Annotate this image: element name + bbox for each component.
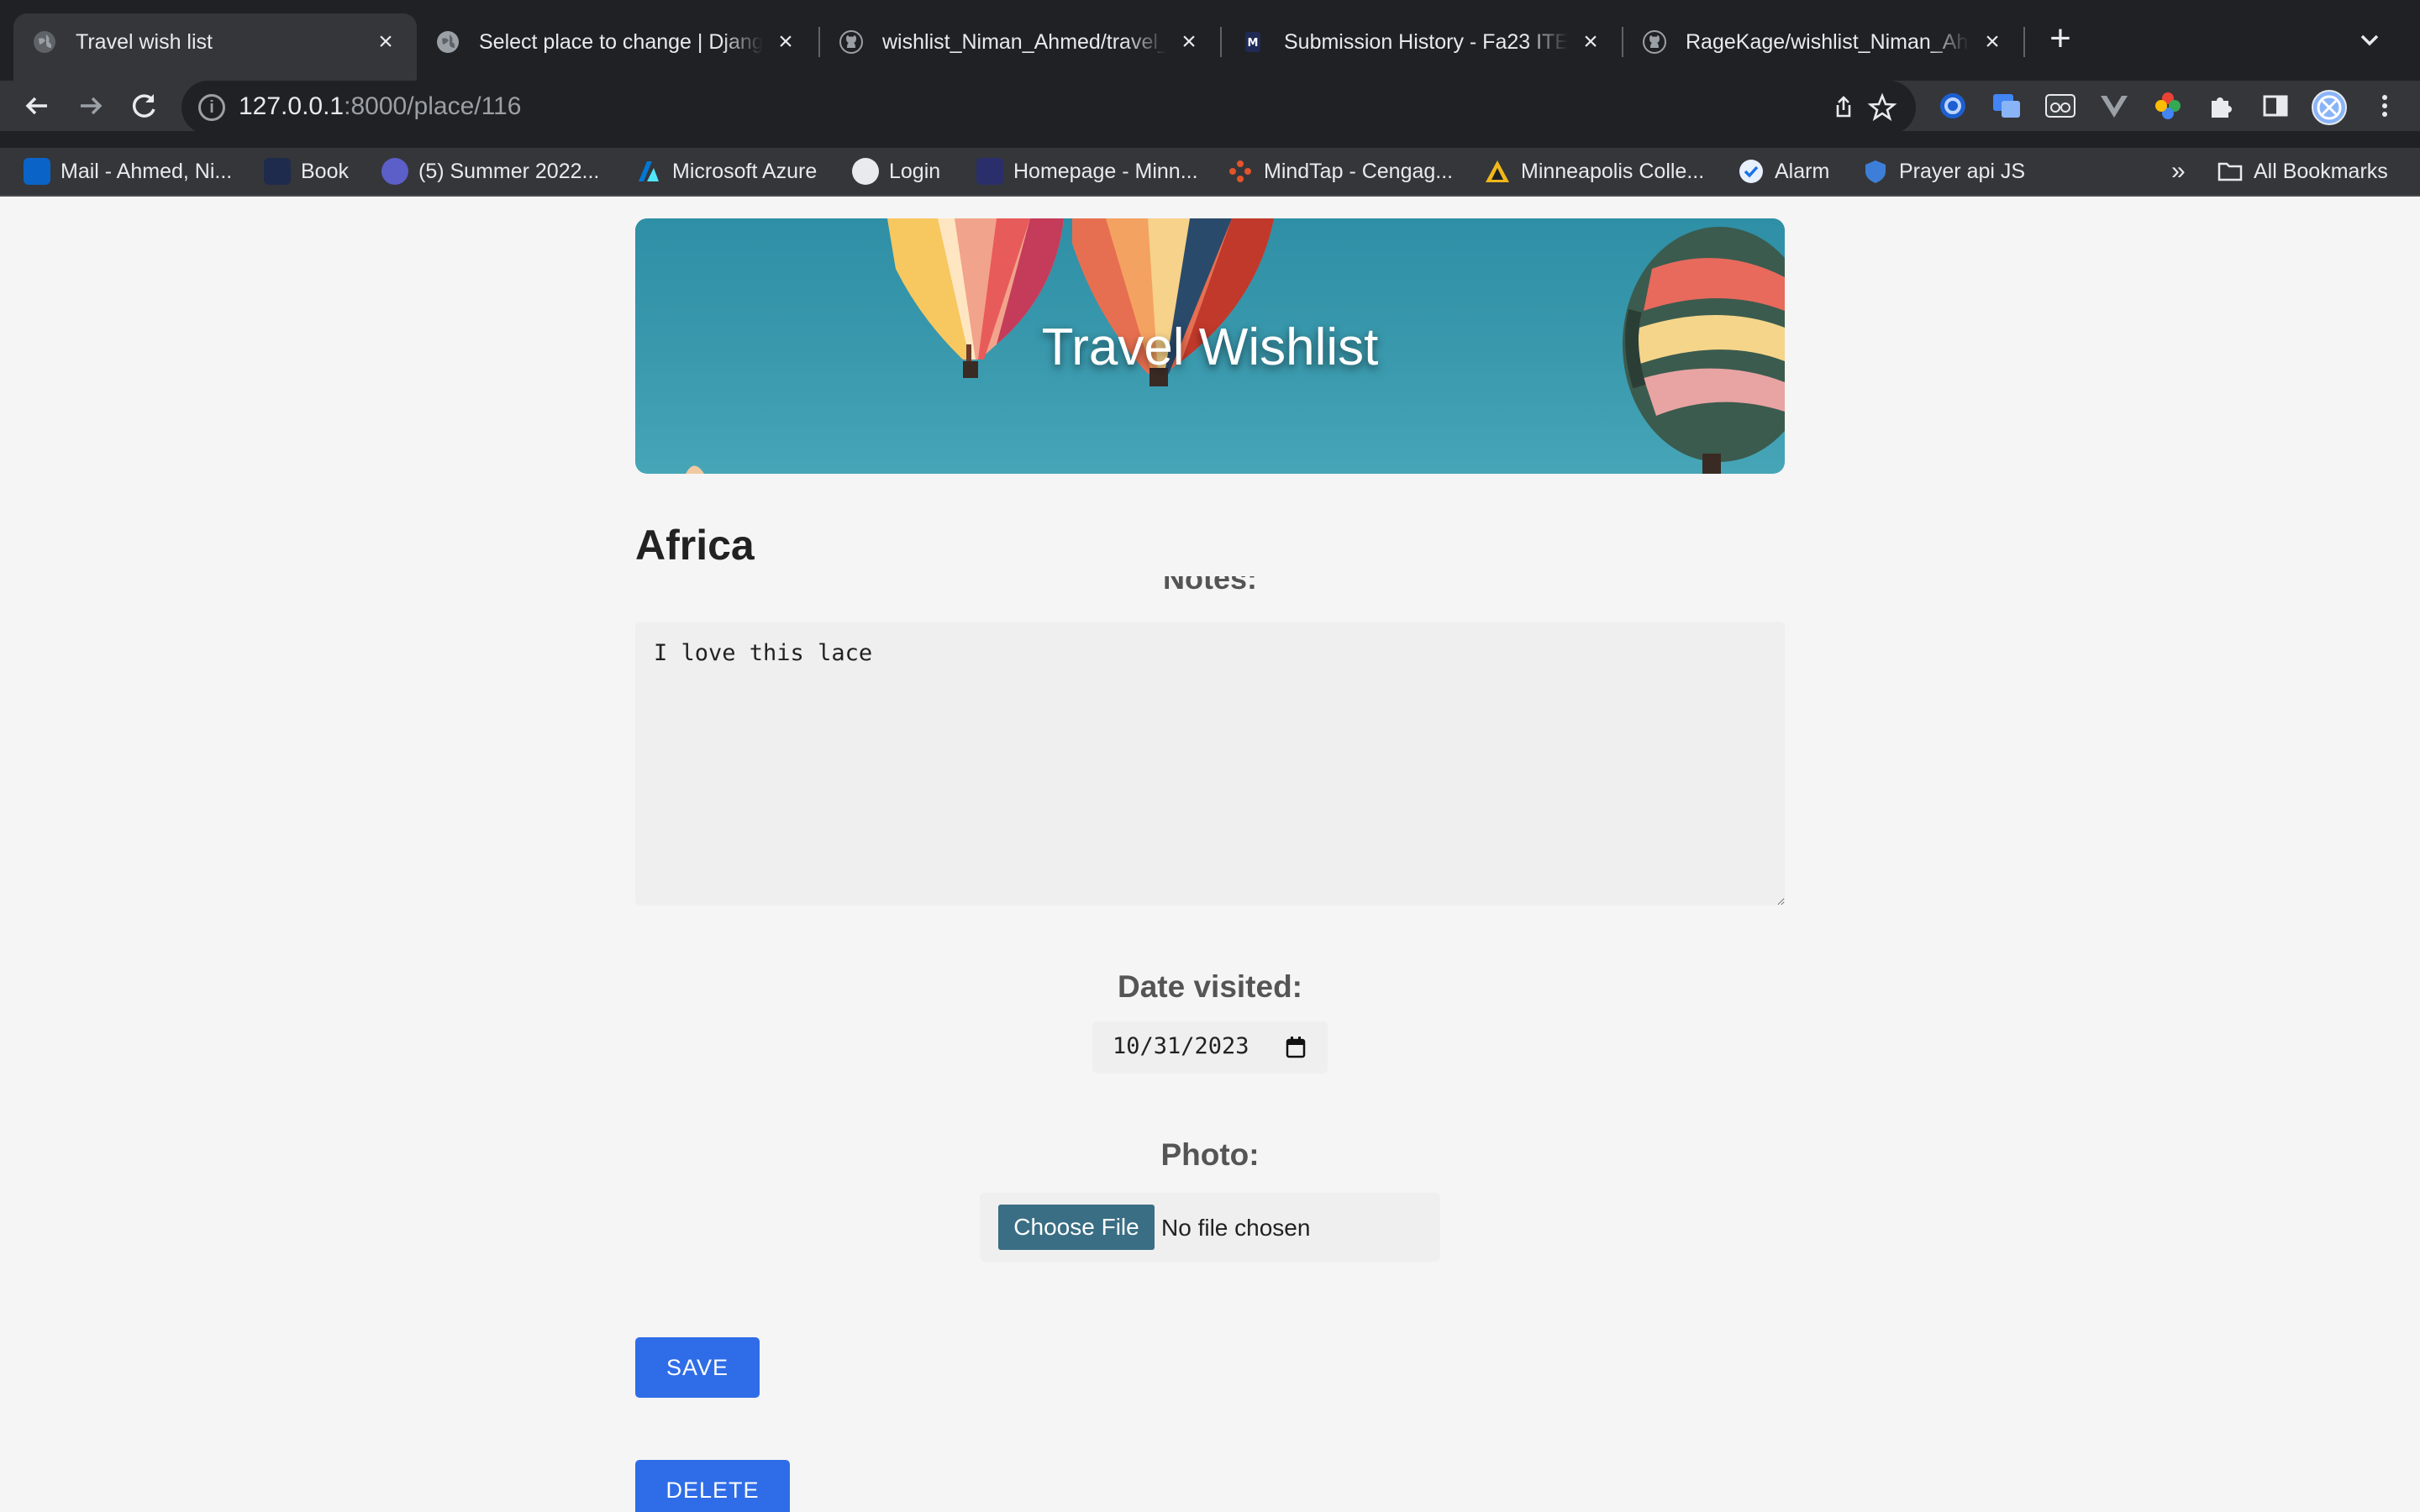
close-tab-icon[interactable]: × <box>1176 29 1202 55</box>
profile-avatar-icon[interactable] <box>2311 89 2347 125</box>
reload-icon[interactable] <box>126 87 163 124</box>
extensions-puzzle-icon[interactable] <box>2205 89 2238 123</box>
tab-travel-wish-list[interactable]: Travel wish list × <box>13 13 417 81</box>
github-icon <box>1642 29 1667 55</box>
bookmark-homepage[interactable]: Homepage - Minn... <box>976 153 1198 190</box>
notes-label: Notes: <box>1089 576 1331 591</box>
tab-title: Travel wish list <box>76 29 213 54</box>
tab-ragekage-repo[interactable]: RageKage/wishlist_Niman_Ahm × <box>1623 13 2023 71</box>
book-icon <box>264 158 291 185</box>
mindtap-icon <box>1227 158 1254 185</box>
tab-separator <box>2023 27 2025 57</box>
alarm-check-icon <box>1738 158 1765 185</box>
banner-title: Travel Wishlist <box>1041 318 1379 376</box>
tab-submission-history[interactable]: M Submission History - Fa23 ITE × <box>1222 13 1622 71</box>
college-logo-icon <box>1484 158 1511 185</box>
shield-icon <box>1862 158 1889 185</box>
browser-chrome: Travel wish list × Select place to chang… <box>0 0 2420 197</box>
site-info-icon[interactable]: i <box>198 94 225 121</box>
folder-icon <box>2217 158 2244 185</box>
globe-icon <box>852 158 879 185</box>
save-button[interactable]: SAVE <box>635 1337 760 1398</box>
bookmark-alarm[interactable]: Alarm <box>1738 153 1829 190</box>
date-visited-input[interactable]: 10/31/2023 <box>1092 1021 1328 1074</box>
no-file-chosen-text: No file chosen <box>1161 1215 1311 1241</box>
kebab-menu-icon[interactable] <box>2368 89 2402 123</box>
bookmark-label: Prayer api JS <box>1899 159 2026 183</box>
chevron-down-icon[interactable] <box>2354 25 2385 55</box>
azure-icon <box>635 158 662 185</box>
school-icon <box>976 158 1003 185</box>
bookmark-book[interactable]: Book <box>264 153 349 190</box>
url-text[interactable]: 127.0.0.1:8000/place/116 <box>239 92 521 121</box>
svg-text:M: M <box>1248 37 1259 50</box>
new-tab-plus-icon[interactable]: + <box>2044 20 2077 57</box>
teams-icon <box>381 158 408 185</box>
close-tab-icon[interactable]: × <box>1578 29 1603 55</box>
tab-title: RageKage/wishlist_Niman_Ahm <box>1686 29 1970 54</box>
star-icon[interactable] <box>1867 92 1897 123</box>
date-value: 10/31/2023 <box>1113 1033 1249 1059</box>
globe-icon <box>435 29 460 55</box>
bookmark-mail[interactable]: Mail - Ahmed, Ni... <box>24 153 232 190</box>
date-visited-label: Date visited: <box>1117 969 1302 1004</box>
page-content: Travel Wishlist Africa Notes: I love thi… <box>0 197 2420 1512</box>
bookmark-teams[interactable]: (5) Summer 2022... <box>381 153 599 190</box>
forward-arrow-icon[interactable] <box>72 87 109 124</box>
close-tab-icon[interactable]: × <box>373 29 398 55</box>
choose-file-button[interactable]: Choose File <box>998 1205 1155 1250</box>
extension-colorpicker-icon[interactable] <box>2151 89 2185 123</box>
bookmark-label: Alarm <box>1775 159 1830 183</box>
school-icon: M <box>1240 29 1265 55</box>
tab-title: Select place to change | Djang <box>479 29 763 54</box>
extension-vue-icon[interactable] <box>2097 89 2131 123</box>
header-banner: Travel Wishlist <box>635 218 1785 474</box>
globe-icon <box>32 29 57 55</box>
place-name-heading: Africa <box>635 522 755 569</box>
close-tab-icon[interactable]: × <box>1980 29 2005 55</box>
all-bookmarks-button[interactable]: All Bookmarks <box>2217 153 2388 190</box>
bookmark-label: (5) Summer 2022... <box>418 159 600 183</box>
delete-button[interactable]: DELETE <box>635 1460 790 1512</box>
side-panel-icon[interactable] <box>2259 89 2292 123</box>
bookmark-label: Book <box>301 159 349 183</box>
bookmarks-bar: Mail - Ahmed, Ni... Book (5) Summer 2022… <box>0 148 2420 197</box>
bookmark-azure[interactable]: Microsoft Azure <box>635 153 817 190</box>
notes-textarea[interactable]: I love this lace <box>635 622 1785 906</box>
outlook-icon <box>24 158 50 185</box>
extension-sync-icon[interactable] <box>1936 89 1970 123</box>
address-bar[interactable]: i 127.0.0.1:8000/place/116 <box>182 81 1916 134</box>
photo-file-input[interactable]: Choose File No file chosen <box>980 1193 1440 1262</box>
bookmark-mindtap[interactable]: MindTap - Cengag... <box>1227 153 1453 190</box>
photo-label: Photo: <box>1160 1137 1260 1172</box>
calendar-icon[interactable] <box>1286 1037 1306 1058</box>
extension-translate-icon[interactable] <box>1990 89 2023 123</box>
bookmark-label: Minneapolis Colle... <box>1521 159 1705 183</box>
bookmark-label: Login <box>889 159 941 183</box>
bookmark-minneapolis[interactable]: Minneapolis Colle... <box>1484 153 1704 190</box>
bookmark-label: Microsoft Azure <box>672 159 818 183</box>
tab-github-repo[interactable]: wishlist_Niman_Ahmed/travel_ × <box>820 13 1220 71</box>
github-icon <box>839 29 864 55</box>
tab-strip: Travel wish list × Select place to chang… <box>0 0 2420 81</box>
bookmark-label: MindTap - Cengag... <box>1264 159 1454 183</box>
bookmarks-overflow-button[interactable]: » <box>2171 153 2186 190</box>
close-tab-icon[interactable]: × <box>773 29 798 55</box>
tab-django-admin[interactable]: Select place to change | Djang × <box>417 13 817 71</box>
all-bookmarks-label: All Bookmarks <box>2254 159 2388 183</box>
bookmark-label: Mail - Ahmed, Ni... <box>60 159 233 183</box>
bookmark-prayer-api[interactable]: Prayer api JS <box>1862 153 2025 190</box>
back-arrow-icon[interactable] <box>18 87 55 124</box>
bookmark-label: Homepage - Minn... <box>1013 159 1198 183</box>
tab-title: Submission History - Fa23 ITE <box>1284 29 1568 54</box>
tab-title: wishlist_Niman_Ahmed/travel_ <box>882 29 1166 54</box>
extension-reader-icon[interactable] <box>2044 89 2077 123</box>
bookmark-login[interactable]: Login <box>852 153 940 190</box>
share-icon[interactable] <box>1828 92 1859 123</box>
overflow-label: » <box>2171 157 2186 185</box>
